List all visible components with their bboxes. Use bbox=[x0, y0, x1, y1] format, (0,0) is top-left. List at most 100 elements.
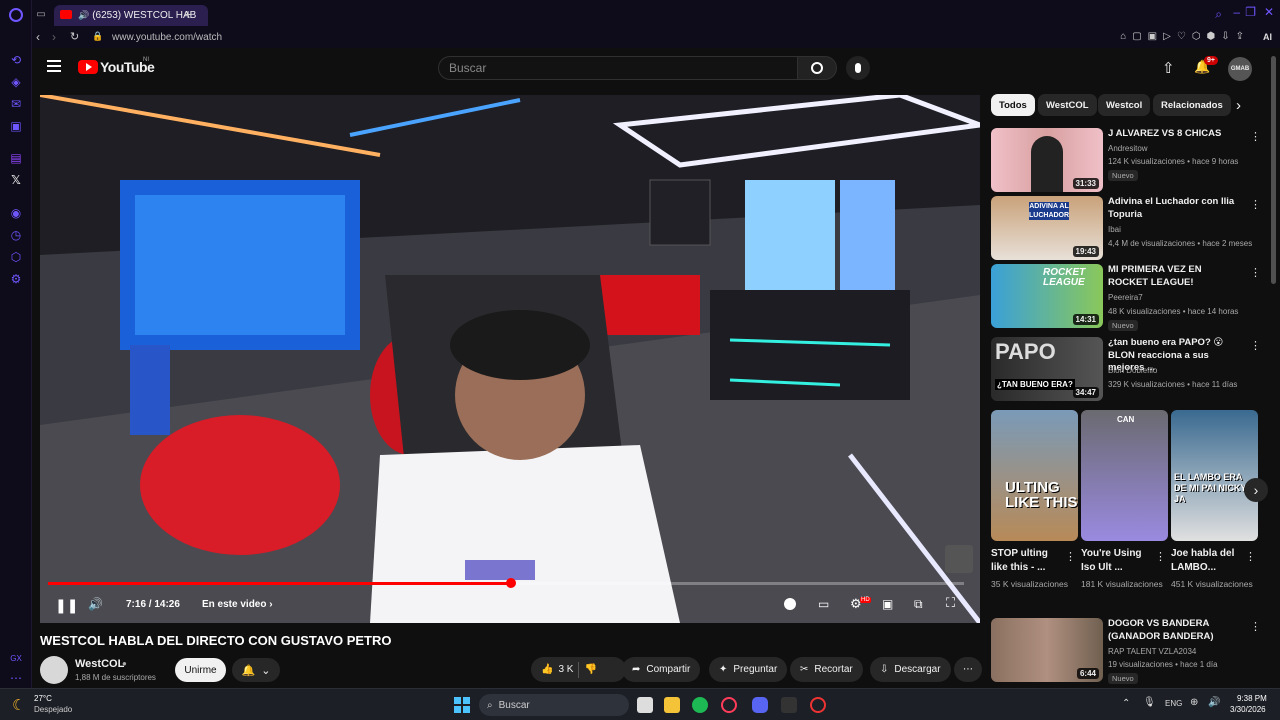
progress-bar[interactable] bbox=[48, 578, 964, 588]
weather-icon[interactable]: ☾ bbox=[12, 696, 25, 714]
aria-icon[interactable]: ◈ bbox=[8, 74, 24, 90]
cast-icon[interactable]: ⧉ bbox=[914, 597, 923, 612]
chevron-right-icon[interactable]: › bbox=[1236, 97, 1241, 114]
clock[interactable]: 9:38 PM bbox=[1237, 694, 1267, 703]
video-thumbnail[interactable]: 31:33 bbox=[991, 128, 1103, 192]
more-icon[interactable]: ⋯ bbox=[8, 670, 24, 686]
pause-icon[interactable]: ❚❚ bbox=[55, 597, 78, 614]
short-thumbnail[interactable]: CAN bbox=[1081, 410, 1168, 541]
video-thumbnail[interactable]: ADIVINA AL LUCHADOR 19:43 bbox=[991, 196, 1103, 260]
chapter-button[interactable]: En este video › bbox=[202, 599, 273, 610]
instagram-icon[interactable]: ▣ bbox=[8, 118, 24, 134]
weather-text[interactable]: Despejado bbox=[34, 705, 72, 714]
search-input[interactable]: Buscar bbox=[438, 56, 797, 80]
short-title[interactable]: You're Using Iso Ult ... bbox=[1081, 547, 1156, 575]
app-icon[interactable] bbox=[781, 697, 797, 713]
short-title[interactable]: Joe habla del LAMBO... bbox=[1171, 547, 1246, 575]
clock-icon[interactable]: ◷ bbox=[8, 227, 24, 243]
avatar[interactable]: GMAB bbox=[1228, 57, 1252, 81]
short-item[interactable]: EL LAMBO ERA DE MI PAI NICKY JA Joe habl… bbox=[1171, 410, 1258, 591]
discord-icon[interactable] bbox=[752, 697, 768, 713]
player-icon[interactable]: ◉ bbox=[8, 205, 24, 221]
chip-todos[interactable]: Todos bbox=[991, 94, 1035, 116]
related-video[interactable]: ROCKET LEAGUE 14:31 MI PRIMERA VEZ EN RO… bbox=[991, 264, 1261, 331]
like-button[interactable]: 👍 3 K bbox=[541, 664, 573, 675]
speaker-icon[interactable]: 🔊 bbox=[1208, 697, 1220, 708]
taskbar-search[interactable]: ⌕ Buscar bbox=[479, 694, 629, 716]
url-field[interactable]: www.youtube.com/watch bbox=[112, 32, 222, 43]
short-thumbnail[interactable]: EL LAMBO ERA DE MI PAI NICKY JA bbox=[1171, 410, 1258, 541]
forward-button[interactable]: › bbox=[52, 30, 56, 44]
short-item[interactable]: ULTING LIKE THIS STOP ulting like this -… bbox=[991, 410, 1078, 591]
gx-icon[interactable]: GX bbox=[8, 650, 24, 666]
scrollbar-thumb[interactable] bbox=[1271, 56, 1276, 284]
progress-scrubber[interactable] bbox=[505, 578, 516, 588]
language-indicator[interactable]: ENG bbox=[1165, 699, 1182, 708]
extensions-icon[interactable]: ⬡ bbox=[8, 249, 24, 265]
more-options-icon[interactable]: ⋮ bbox=[1250, 266, 1261, 279]
search-tabs-icon[interactable]: ⌕ bbox=[1215, 7, 1222, 22]
channel-name[interactable]: WestCOL bbox=[75, 658, 124, 670]
miniplayer-icon[interactable]: ▣ bbox=[882, 597, 893, 611]
more-options-icon[interactable]: ⋮ bbox=[1155, 550, 1166, 563]
messenger-icon[interactable]: ✉ bbox=[8, 96, 24, 112]
video-thumbnail[interactable]: PAPO ¿TAN BUENO ERA? 34:47 bbox=[991, 337, 1103, 401]
youtube-logo-icon[interactable] bbox=[78, 60, 98, 74]
settings-icon[interactable]: ⚙ bbox=[8, 271, 24, 287]
video-thumbnail[interactable]: ROCKET LEAGUE 14:31 bbox=[991, 264, 1103, 328]
join-button[interactable]: Unirme bbox=[175, 658, 226, 682]
minimize-button[interactable]: – bbox=[1233, 5, 1240, 19]
voice-search-button[interactable] bbox=[846, 56, 870, 80]
twitch-icon[interactable]: ▤ bbox=[8, 150, 24, 166]
lock-icon[interactable]: 🔒 bbox=[92, 31, 103, 42]
thumbs-down-icon[interactable]: 👎 bbox=[584, 664, 596, 675]
new-tab-button[interactable]: + bbox=[184, 6, 192, 22]
tab-manager-icon[interactable]: ▭ bbox=[34, 7, 48, 21]
date[interactable]: 3/30/2026 bbox=[1230, 705, 1266, 714]
back-button[interactable]: ‹ bbox=[36, 30, 40, 44]
short-item[interactable]: CAN You're Using Iso Ult ... 181 K visua… bbox=[1081, 410, 1168, 591]
video-title[interactable]: J ALVAREZ VS 8 CHICAS bbox=[1108, 128, 1244, 141]
more-options-icon[interactable]: ⋮ bbox=[1250, 620, 1261, 633]
channel-name[interactable]: Ibai bbox=[1108, 225, 1121, 234]
audio-icon[interactable]: 🔊 bbox=[78, 10, 89, 21]
file-explorer-icon[interactable] bbox=[664, 697, 680, 713]
temperature[interactable]: 27°C bbox=[34, 694, 52, 703]
windows-start-icon[interactable] bbox=[454, 697, 470, 713]
opera-icon[interactable] bbox=[810, 697, 826, 713]
more-options-icon[interactable]: ⋮ bbox=[1250, 198, 1261, 211]
autoplay-toggle[interactable] bbox=[784, 598, 796, 610]
more-options-icon[interactable]: ⋮ bbox=[1250, 130, 1261, 143]
channel-avatar[interactable] bbox=[40, 656, 68, 684]
more-options-icon[interactable]: ⋮ bbox=[1250, 339, 1261, 352]
chip-westcol[interactable]: WestCOL bbox=[1038, 94, 1097, 116]
related-video[interactable]: 31:33 J ALVAREZ VS 8 CHICAS Andresitow 1… bbox=[991, 128, 1261, 192]
more-options-icon[interactable]: ⋮ bbox=[1245, 550, 1256, 563]
network-icon[interactable]: ⊕ bbox=[1190, 697, 1198, 708]
fullscreen-icon[interactable]: ⛶ bbox=[946, 595, 955, 611]
subscribe-bell-button[interactable]: 🔔 ⌄ bbox=[232, 658, 280, 682]
video-title[interactable]: DOGOR VS BANDERA (GANADOR BANDERA) bbox=[1108, 618, 1244, 643]
task-view-icon[interactable] bbox=[637, 697, 653, 713]
subtitles-icon[interactable]: ▭ bbox=[818, 597, 829, 611]
related-video[interactable]: 6:44 DOGOR VS BANDERA (GANADOR BANDERA) … bbox=[991, 618, 1261, 684]
related-video[interactable]: ADIVINA AL LUCHADOR 19:43 Adivina el Luc… bbox=[991, 196, 1261, 260]
share-button[interactable]: ➦ Compartir bbox=[622, 657, 701, 682]
video-title[interactable]: Adivina el Luchador con Ilia Topuria bbox=[1108, 196, 1244, 221]
more-options-icon[interactable]: ⋮ bbox=[1065, 550, 1076, 563]
more-actions-button[interactable]: ⋯ bbox=[954, 657, 982, 682]
clip-button[interactable]: ✂ Recortar bbox=[790, 657, 863, 682]
channel-name[interactable]: Andresitow bbox=[1108, 144, 1148, 153]
chip-westcol-2[interactable]: Westcol bbox=[1098, 94, 1151, 116]
video-title[interactable]: MI PRIMERA VEZ EN ROCKET LEAGUE! bbox=[1108, 264, 1244, 289]
channel-name[interactable]: Blon Doblefilo bbox=[1108, 366, 1157, 375]
opera-gx-icon[interactable] bbox=[721, 697, 737, 713]
ai-button[interactable]: AI bbox=[1263, 32, 1272, 42]
microphone-icon[interactable]: 🎙 bbox=[1143, 697, 1156, 708]
toolbar-icons[interactable]: ⌂▢▣▷♡⬡⬢⇩⇪ bbox=[1120, 31, 1250, 42]
short-title[interactable]: STOP ulting like this - ... bbox=[991, 547, 1066, 575]
video-thumbnail[interactable]: 6:44 bbox=[991, 618, 1103, 682]
channel-watermark[interactable] bbox=[945, 545, 973, 573]
download-button[interactable]: ⇩ Descargar bbox=[870, 657, 951, 682]
spotify-icon[interactable] bbox=[692, 697, 708, 713]
